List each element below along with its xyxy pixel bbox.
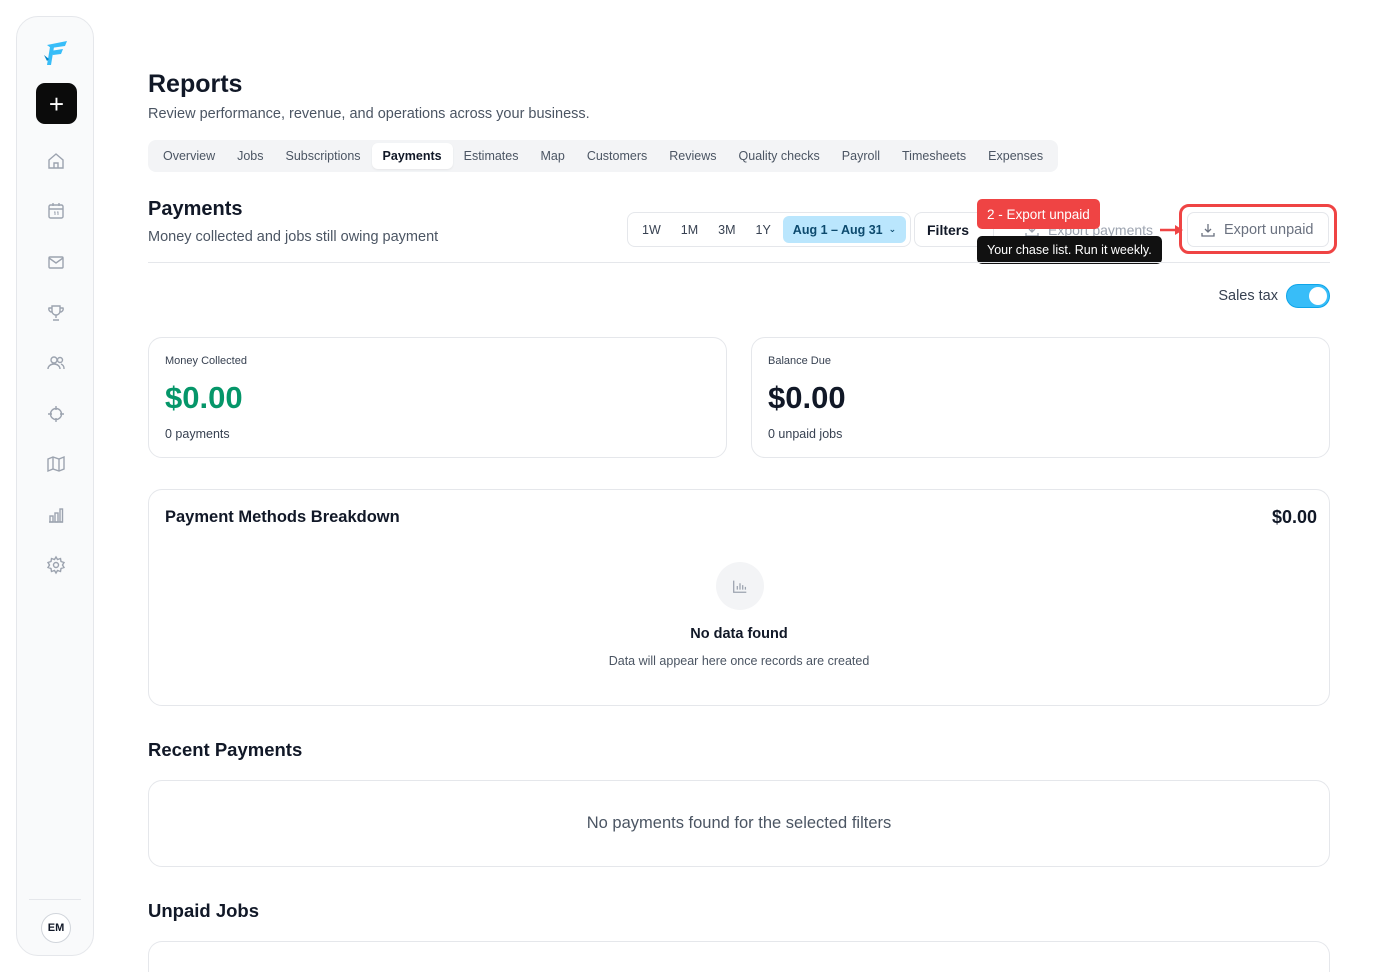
calendar-icon[interactable] bbox=[46, 201, 66, 221]
page-title: Reports bbox=[148, 70, 243, 98]
export-unpaid-button[interactable]: Export unpaid bbox=[1187, 212, 1329, 247]
section-divider bbox=[148, 262, 1330, 263]
walkthrough-tooltip: Your chase list. Run it weekly. bbox=[977, 236, 1162, 264]
tab-jobs[interactable]: Jobs bbox=[226, 143, 274, 169]
page-subtitle: Review performance, revenue, and operati… bbox=[148, 106, 590, 122]
target-icon[interactable] bbox=[46, 404, 66, 424]
sidebar: + EM bbox=[16, 16, 94, 956]
custom-date-range-button[interactable]: Aug 1 – Aug 31 ⌄ bbox=[782, 216, 907, 243]
money-collected-card: Money Collected $0.00 0 payments bbox=[148, 337, 727, 458]
gear-icon[interactable] bbox=[46, 555, 66, 575]
money-collected-label: Money Collected bbox=[165, 355, 247, 367]
home-icon[interactable] bbox=[46, 151, 66, 171]
tab-reviews[interactable]: Reviews bbox=[658, 143, 727, 169]
payment-methods-total: $0.00 bbox=[1271, 507, 1317, 527]
tab-subscriptions[interactable]: Subscriptions bbox=[275, 143, 372, 169]
unpaid-jobs-card bbox=[148, 941, 1330, 972]
download-icon bbox=[1201, 223, 1215, 237]
chevron-down-icon: ⌄ bbox=[888, 224, 897, 234]
recent-payments-empty: No payments found for the selected filte… bbox=[586, 814, 892, 832]
user-avatar[interactable]: EM bbox=[41, 913, 71, 943]
recent-payments-card: No payments found for the selected filte… bbox=[148, 780, 1330, 867]
bar-chart-icon bbox=[716, 562, 764, 610]
section-title: Payments bbox=[148, 198, 243, 220]
map-icon[interactable] bbox=[46, 454, 66, 474]
sales-tax-label: Sales tax bbox=[1218, 288, 1278, 304]
payments-count: 0 payments bbox=[165, 427, 230, 441]
empty-state-title: No data found bbox=[690, 626, 788, 642]
payment-methods-title: Payment Methods Breakdown bbox=[165, 508, 400, 526]
create-new-button[interactable]: + bbox=[36, 83, 77, 124]
date-range-label: Aug 1 – Aug 31 bbox=[792, 222, 883, 237]
empty-state-subtitle: Data will appear here once records are c… bbox=[608, 654, 870, 668]
export-unpaid-label: Export unpaid bbox=[1224, 221, 1314, 238]
balance-due-value: $0.00 bbox=[768, 380, 846, 415]
range-3m-button[interactable]: 3M bbox=[708, 216, 745, 243]
walkthrough-step-badge: 2 - Export unpaid bbox=[977, 199, 1100, 229]
tab-map[interactable]: Map bbox=[530, 143, 576, 169]
toggle-knob bbox=[1309, 287, 1327, 305]
balance-due-label: Balance Due bbox=[768, 355, 831, 367]
recent-payments-title: Recent Payments bbox=[148, 739, 303, 760]
tab-payroll[interactable]: Payroll bbox=[831, 143, 891, 169]
range-1m-button[interactable]: 1M bbox=[671, 216, 708, 243]
range-1w-button[interactable]: 1W bbox=[632, 216, 671, 243]
trophy-icon[interactable] bbox=[46, 303, 66, 323]
app-logo-icon[interactable] bbox=[41, 37, 71, 67]
users-icon[interactable] bbox=[46, 353, 66, 373]
tab-timesheets[interactable]: Timesheets bbox=[891, 143, 977, 169]
unpaid-jobs-title: Unpaid Jobs bbox=[148, 900, 260, 921]
tab-quality-checks[interactable]: Quality checks bbox=[728, 143, 831, 169]
sales-tax-control: Sales tax bbox=[1218, 284, 1330, 308]
range-1y-button[interactable]: 1Y bbox=[746, 216, 781, 243]
balance-due-card: Balance Due $0.00 0 unpaid jobs bbox=[751, 337, 1330, 458]
date-range-selector: 1W 1M 3M 1Y Aug 1 – Aug 31 ⌄ bbox=[627, 212, 912, 247]
report-tabs: Overview Jobs Subscriptions Payments Est… bbox=[148, 140, 1059, 172]
bar-chart-icon[interactable] bbox=[46, 505, 66, 525]
tab-customers[interactable]: Customers bbox=[576, 143, 658, 169]
tab-payments[interactable]: Payments bbox=[371, 143, 453, 169]
unpaid-jobs-count: 0 unpaid jobs bbox=[768, 427, 843, 441]
tab-expenses[interactable]: Expenses bbox=[977, 143, 1054, 169]
mail-icon[interactable] bbox=[46, 252, 66, 272]
section-subtitle: Money collected and jobs still owing pay… bbox=[148, 229, 439, 245]
tab-estimates[interactable]: Estimates bbox=[453, 143, 530, 169]
sidebar-divider bbox=[29, 899, 81, 900]
sales-tax-toggle[interactable] bbox=[1286, 284, 1330, 308]
money-collected-value: $0.00 bbox=[165, 380, 243, 415]
tab-overview[interactable]: Overview bbox=[152, 143, 226, 169]
payment-methods-card: Payment Methods Breakdown $0.00 No data … bbox=[148, 489, 1330, 706]
